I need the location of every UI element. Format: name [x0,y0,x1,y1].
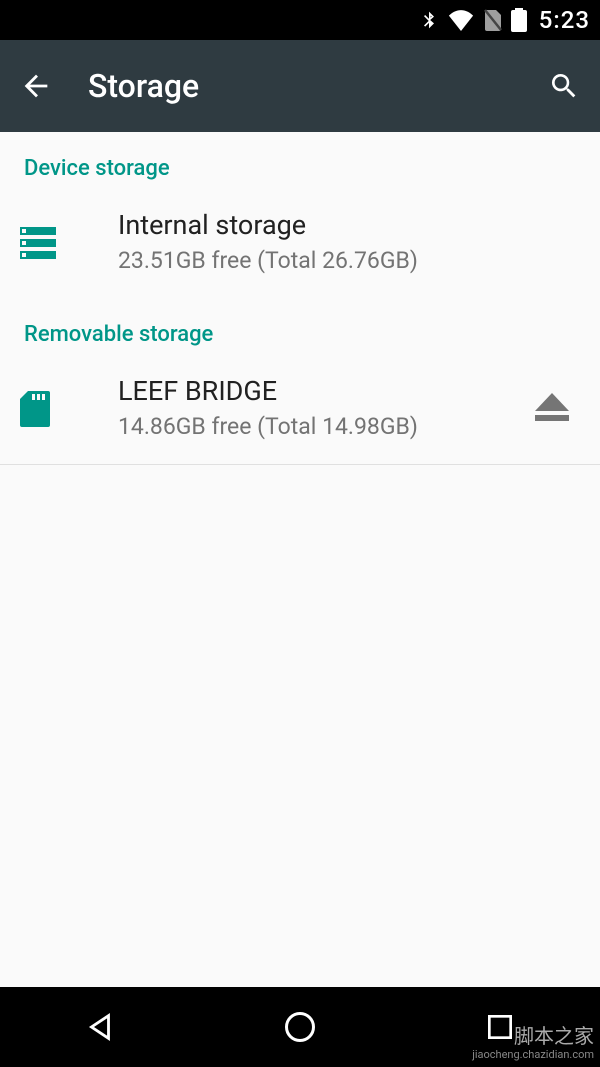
page-title: Storage [88,67,544,105]
battery-icon [511,8,527,32]
storage-icon [20,223,76,259]
internal-storage-subtitle: 23.51GB free (Total 26.76GB) [118,247,580,274]
nav-home-button[interactable] [260,997,340,1057]
wifi-icon [447,9,475,31]
device-storage-header: Device storage [0,132,600,191]
search-button[interactable] [544,66,584,106]
app-bar: Storage [0,40,600,132]
navigation-bar: 脚本之家 jiaocheng.chazidian.com [0,987,600,1067]
no-sim-icon [483,8,503,32]
internal-storage-title: Internal storage [118,209,580,243]
eject-button[interactable] [524,393,580,421]
status-bar: 5:23 [0,0,600,40]
internal-storage-item[interactable]: Internal storage 23.51GB free (Total 26.… [0,191,600,298]
sd-card-icon [20,387,76,427]
nav-back-button[interactable] [60,997,140,1057]
back-button[interactable] [16,66,56,106]
status-time: 5:23 [539,6,590,34]
removable-storage-item[interactable]: LEEF BRIDGE 14.86GB free (Total 14.98GB) [0,357,600,464]
bluetooth-icon [419,7,439,33]
watermark: 脚本之家 jiaocheng.chazidian.com [472,1024,594,1061]
removable-storage-header: Removable storage [0,298,600,357]
removable-storage-subtitle: 14.86GB free (Total 14.98GB) [118,413,524,440]
watermark-line2: jiaocheng.chazidian.com [472,1048,594,1061]
divider [0,464,600,465]
content-area: Device storage Internal storage 23.51GB … [0,132,600,987]
watermark-line1: 脚本之家 [472,1024,594,1048]
removable-storage-title: LEEF BRIDGE [118,375,524,409]
